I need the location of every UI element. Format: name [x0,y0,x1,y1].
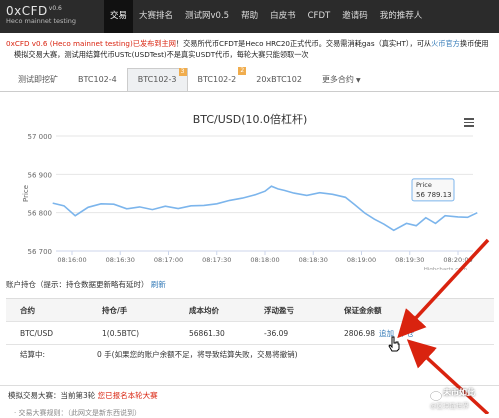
tooltip-label: Price [416,181,432,189]
cell-qty: 1(0.5BTC) [102,329,140,338]
col-pnl: 浮动盈亏 [264,306,294,315]
tab-badge: 2 [238,67,247,75]
tab-label: BTC102-3 [137,75,177,84]
contract-tabs: 测试即挖矿 BTC102-4 BTC102-3 3 BTC102-2 2 20xBT… [8,67,371,91]
settlement-status: 结算中: 0 手(如果您的账户余额不足，将导致结算失败，交易将撤销) [20,349,298,360]
nav-item-cfdt[interactable]: CFDT [302,0,337,33]
cell-margin: 2806.98 [344,329,376,338]
hand-cursor-icon [388,336,400,352]
x-tick-label: 08:19:00 [347,256,376,264]
tab-label: 测试即挖矿 [18,75,58,84]
y-tick-label: 56 900 [28,171,53,179]
settlement-value: 0 手(如果您的账户余额不足，将导致结算失败，交易将撤销) [97,350,298,359]
settlement-label: 结算中: [20,350,46,359]
nav-item-whitepaper[interactable]: 白皮书 [264,0,302,33]
close-position-link[interactable]: 平仓 [399,322,414,345]
nav-item-my-referrer[interactable]: 我的推荐人 [374,0,429,33]
brand-logo[interactable]: 0xCFDv0.6 Heco mainnet testing [6,4,76,25]
chart-plot: 57 000 56 900 56 800 56 700 08:16:00 08:16:30… [22,133,478,270]
notice-tail: 换币使用 [459,39,489,48]
main-nav: 交易 大赛排名 测试网v0.5 帮助 白皮书 CFDT 邀请码 我的推荐人 [104,0,428,33]
contest-prefix: 模拟交易大赛：当前第3轮 [8,391,96,400]
nav-item-invite-code[interactable]: 邀请码 [336,0,374,33]
tab-label: 更多合约 [321,75,354,84]
wechat-watermark: 未币如此 @区块链世界 [418,385,499,414]
cell-contract: BTC/USD [20,329,54,338]
contest-rules-line: · 交易大赛规则：（此网文是新东西说到） [14,409,141,417]
y-tick-label: 56 700 [28,248,53,256]
tab-divider [0,91,499,92]
price-chart[interactable]: BTC/USD(10.0倍杠杆) 57 000 56 900 56 800 56 70… [10,98,490,270]
x-tick-label: 08:17:30 [202,256,231,264]
table-row: BTC/USD 1(0.5BTC) 56861.30 -36.09 2806.9… [6,322,494,345]
x-tick-label: 08:20:00 [443,256,472,264]
tab-mining[interactable]: 测试即挖矿 [8,68,68,91]
x-tick-label: 08:18:30 [299,256,328,264]
positions-heading: 账户持仓（提示：持仓数据更新略有延时） 刷新 [6,279,166,290]
x-tick-label: 08:16:30 [106,256,135,264]
col-margin: 保证金余额 [344,306,382,315]
x-tick-label: 08:17:00 [154,256,183,264]
watermark-text: 未币如此 [443,388,475,397]
brand-version: v0.6 [48,5,62,12]
nav-item-ranking[interactable]: 大赛排名 [133,0,179,33]
y-tick-label: 57 000 [28,133,53,141]
release-notice: 0xCFD v0.6 (Heco mainnet testing)已发布到主网！… [6,38,499,60]
tab-btc102-4[interactable]: BTC102-4 [68,68,127,91]
tab-label: BTC102-4 [78,75,117,84]
notice-body: ！交易所代币CFDT是Heco HRC20正式代币。交易需消耗gas（真实HT）… [175,39,432,48]
tab-more-contracts[interactable]: 更多合约 ▼ [312,68,371,91]
tab-btc102-3[interactable]: BTC102-3 3 [126,68,188,91]
chevron-down-icon: ▼ [355,77,361,84]
nav-item-help[interactable]: 帮助 [235,0,264,33]
tab-label: BTC102-2 [197,75,237,84]
col-contract: 合约 [20,306,35,315]
tab-label: 20xBTC102 [256,75,302,84]
chart-credits: Highcharts.com [424,267,467,270]
tab-20xbtc102[interactable]: 20xBTC102 [246,68,312,91]
contest-line: 模拟交易大赛：当前第3轮 您已报名本轮大赛 [8,390,158,401]
brand-subtitle: Heco mainnet testing [6,17,77,25]
x-tick-label: 08:19:30 [395,256,424,264]
tooltip-value: 56 789.13 [416,191,452,199]
notice-line2: 模拟交易大赛，测试用结算代币USTc(USDTest)不是真实USDT代币，每轮… [14,50,309,59]
brand-name: 0xCFD [6,4,48,18]
notice-link-huobi[interactable]: 火币官方 [431,39,460,48]
positions-table: 合约 持仓/手 成本均价 浮动盈亏 保证金余额 BTC/USD 1(0.5BTC… [6,298,494,345]
x-tick-label: 08:18:00 [250,256,279,264]
positions-heading-text: 账户持仓（提示：持仓数据更新略有延时） [6,280,149,289]
contest-registered-link[interactable]: 您已报名本轮大赛 [98,391,158,400]
cell-pnl: -36.09 [264,329,289,338]
notice-release-text: 0xCFD v0.6 (Heco mainnet testing)已发布到主网 [6,39,176,48]
y-tick-label: 56 800 [28,210,53,218]
nav-item-trade[interactable]: 交易 [104,0,134,33]
x-tick-label: 08:16:00 [57,256,86,264]
y-axis-label: Price [22,185,30,202]
table-header: 合约 持仓/手 成本均价 浮动盈亏 保证金余额 [6,299,494,322]
top-navbar: 0xCFDv0.6 Heco mainnet testing 交易 大赛排名 测… [0,0,499,33]
cell-avg-cost: 56861.30 [189,329,225,338]
col-avg-cost: 成本均价 [189,306,219,315]
nav-item-testnet[interactable]: 测试网v0.5 [179,0,235,33]
watermark-sub: @区块链世界 [430,402,469,410]
tab-badge: 3 [178,68,187,76]
refresh-link[interactable]: 刷新 [151,280,166,289]
col-qty: 持仓/手 [102,306,128,315]
tab-btc102-2[interactable]: BTC102-2 2 [188,67,247,91]
